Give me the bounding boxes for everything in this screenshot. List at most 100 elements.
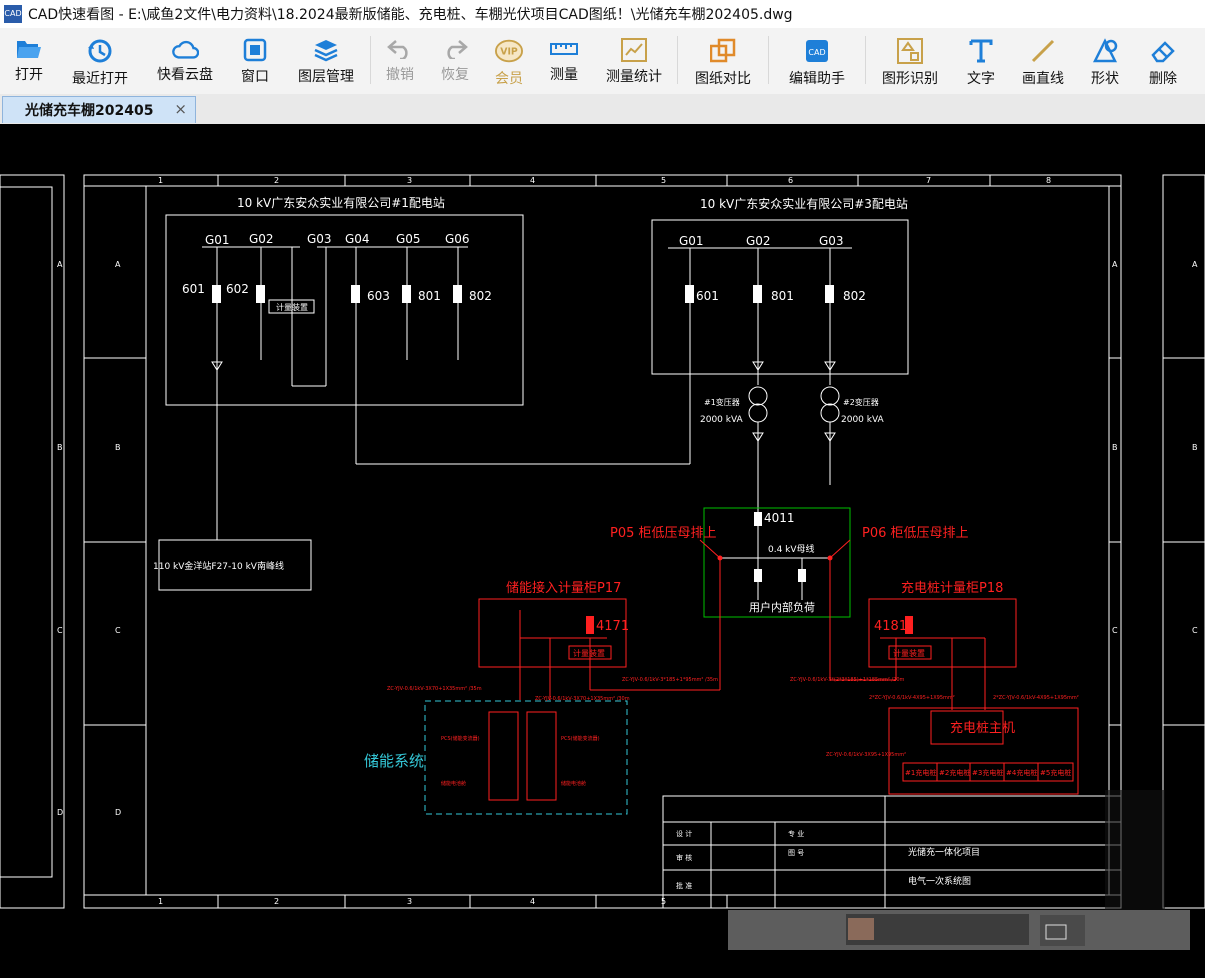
switch-label: 802	[469, 289, 492, 303]
edit-assist-button[interactable]: CAD 编辑助手	[769, 28, 865, 87]
title-block-cell: 图 号	[788, 849, 804, 857]
col-number: 3	[407, 176, 412, 185]
col-number: 1	[158, 176, 163, 185]
window-button[interactable]: 窗口	[228, 28, 282, 85]
cable-note: ZC-YJV-0.6/1kV-3*185+1*95mm² /35m	[622, 677, 718, 683]
charger-5-label: #5充电桩	[1040, 768, 1071, 777]
shape-icon	[1091, 38, 1119, 64]
title-block	[662, 795, 1122, 909]
compare-button[interactable]: 图纸对比	[678, 28, 768, 87]
draw-line-label: 画直线	[1022, 71, 1064, 87]
charger-meter-device: 计量装置	[893, 648, 925, 658]
delete-button[interactable]: 删除	[1132, 28, 1194, 87]
bus-label: G06	[445, 232, 470, 246]
open-button[interactable]: 打开	[0, 28, 58, 84]
cable-note: ZC-YJV-0.6/1kV-3*(2*3*185)+1*185mm² /20m	[790, 677, 905, 683]
tr2-name: #2变压器	[843, 397, 879, 407]
shape-recog-label: 图形识别	[882, 71, 938, 87]
lv-bus-label: 0.4 kV母线	[768, 543, 815, 555]
shape-button[interactable]: 形状	[1078, 28, 1132, 87]
measure-label: 测量	[550, 67, 578, 83]
undo-button[interactable]: 撤销	[371, 28, 429, 84]
layers-button[interactable]: 图层管理	[282, 28, 370, 85]
text-button[interactable]: 文字	[954, 28, 1008, 87]
bus-label: G03	[819, 234, 844, 248]
svg-text:CAD: CAD	[808, 48, 825, 57]
recent-button[interactable]: 最近打开	[58, 28, 142, 87]
row-letter: D	[57, 808, 63, 817]
col-number: 7	[926, 176, 931, 185]
measure-stats-button[interactable]: 测量统计	[591, 28, 677, 85]
thumbnail-icon	[848, 918, 874, 940]
title-block-cell: 设 计	[676, 829, 692, 838]
tab-label: 光储充车棚202405	[25, 103, 154, 119]
switch-label: 801	[418, 289, 441, 303]
bus-label: G01	[679, 234, 704, 248]
p06-label: P06 柜低压母排上	[862, 526, 969, 541]
row-letter: B	[115, 443, 121, 452]
drawing-canvas[interactable]: 10 kV广东安众实业有限公司#1配电站 10 kV广东安众实业有限公司#3配电…	[0, 124, 1205, 974]
cloud-icon	[171, 38, 199, 60]
col-number: 6	[788, 176, 793, 185]
row-letter: C	[1192, 626, 1198, 635]
open-label: 打开	[15, 67, 43, 83]
title-block-drawing-name: 电气一次系统图	[908, 875, 971, 887]
tab-drawing[interactable]: 光储充车棚202405 ×	[2, 96, 196, 123]
redo-icon	[441, 38, 469, 60]
draw-line-button[interactable]: 画直线	[1008, 28, 1078, 87]
lv-load-label: 用户内部负荷	[749, 600, 815, 614]
row-letter: C	[1112, 626, 1118, 635]
layers-icon	[312, 38, 340, 62]
cable-note: 2*ZC-YJV-0.6/1kV-4X95+1X95mm²	[869, 695, 955, 701]
tab-close-icon[interactable]: ×	[174, 100, 187, 118]
bus-label: G03	[307, 232, 332, 246]
battery-note: 储能电池舱	[441, 780, 466, 787]
cloud-label: 快看云盘	[157, 67, 213, 83]
bus-label: G05	[396, 232, 421, 246]
delete-label: 删除	[1149, 71, 1177, 87]
row-letter: B	[57, 443, 63, 452]
svg-text:VIP: VIP	[500, 47, 518, 58]
row-letter: C	[115, 626, 121, 635]
title-block-cell: 批 准	[676, 881, 692, 890]
recent-label: 最近打开	[72, 71, 128, 87]
switch-label: 601	[182, 282, 205, 296]
switch-label: 602	[226, 282, 249, 296]
folder-open-icon	[15, 38, 43, 60]
storage-switch-label: 4171	[596, 619, 629, 634]
lv-switch-label: 4011	[764, 511, 795, 525]
bus-label: G04	[345, 232, 370, 246]
text-icon	[967, 38, 995, 64]
vip-button[interactable]: VIP 会员	[481, 28, 537, 87]
left-sheet-inner	[0, 186, 53, 878]
row-letter: A	[57, 260, 63, 269]
row-letter: A	[1192, 260, 1198, 269]
measure-button[interactable]: 测量	[537, 28, 591, 84]
window-title: CAD快速看图 - E:\咸鱼2文件\电力资料\18.2024最新版储能、充电桩…	[28, 7, 793, 23]
col-number: 2	[274, 897, 279, 906]
switch-label: 603	[367, 289, 390, 303]
app-logo: CAD	[4, 5, 22, 23]
col-number: 2	[274, 176, 279, 185]
row-letter: A	[115, 260, 121, 269]
cable-note: ZC-YJV-0.6/1kV-3X70+1X35mm² /30m	[535, 696, 630, 702]
cloud-button[interactable]: 快看云盘	[142, 28, 228, 84]
col-number: 3	[407, 897, 412, 906]
vip-label: 会员	[495, 71, 523, 87]
bus-label: G01	[205, 233, 230, 247]
station1-title: 10 kV广东安众实业有限公司#1配电站	[237, 195, 445, 210]
charger-3-label: #3充电桩	[972, 768, 1003, 777]
charger-1-label: #1充电桩	[905, 768, 936, 777]
title-block-project: 光储充一体化项目	[908, 846, 980, 858]
row-letter: C	[57, 626, 63, 635]
layers-label: 图层管理	[298, 69, 354, 85]
row-letter: D	[115, 808, 121, 817]
history-icon	[86, 38, 114, 64]
tr1-name: #1变压器	[704, 397, 740, 407]
row-letter: B	[1112, 443, 1118, 452]
cable-note: ZC-YJV-0.6/1kV-3X70+1X35mm² /35m	[387, 686, 482, 692]
shape-recog-button[interactable]: 图形识别	[866, 28, 954, 87]
noise-overlay	[1105, 790, 1165, 910]
redo-button[interactable]: 恢复	[429, 28, 481, 84]
col-number: 5	[661, 176, 666, 185]
